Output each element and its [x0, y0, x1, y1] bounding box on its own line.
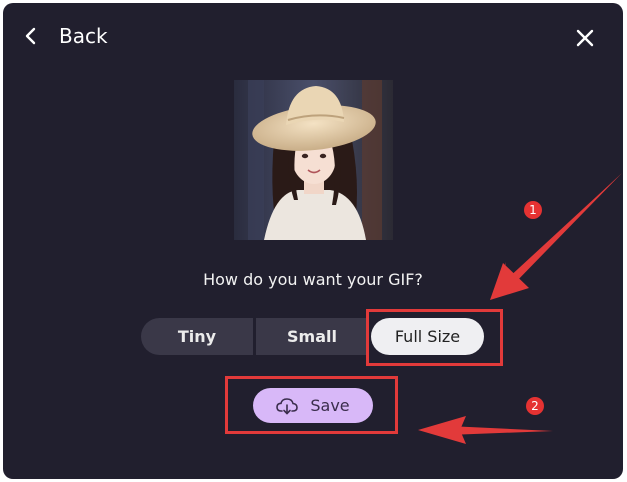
annotation-badge-1: 1: [524, 201, 542, 219]
annotation-badge-2: 2: [526, 397, 544, 415]
gif-size-question: How do you want your GIF?: [203, 270, 423, 289]
gif-preview-image: [234, 80, 393, 240]
annotation-box-save: [225, 376, 398, 434]
close-icon[interactable]: [575, 28, 595, 48]
back-label: Back: [59, 24, 108, 48]
size-option-small[interactable]: Small: [256, 318, 368, 355]
chevron-left-icon: [25, 27, 36, 45]
annotation-box-full-size: [366, 309, 503, 366]
size-option-tiny[interactable]: Tiny: [141, 318, 253, 355]
gif-export-dialog: Back How do you want your GIF? Tiny Smal…: [3, 3, 623, 479]
back-button[interactable]: Back: [23, 21, 108, 51]
